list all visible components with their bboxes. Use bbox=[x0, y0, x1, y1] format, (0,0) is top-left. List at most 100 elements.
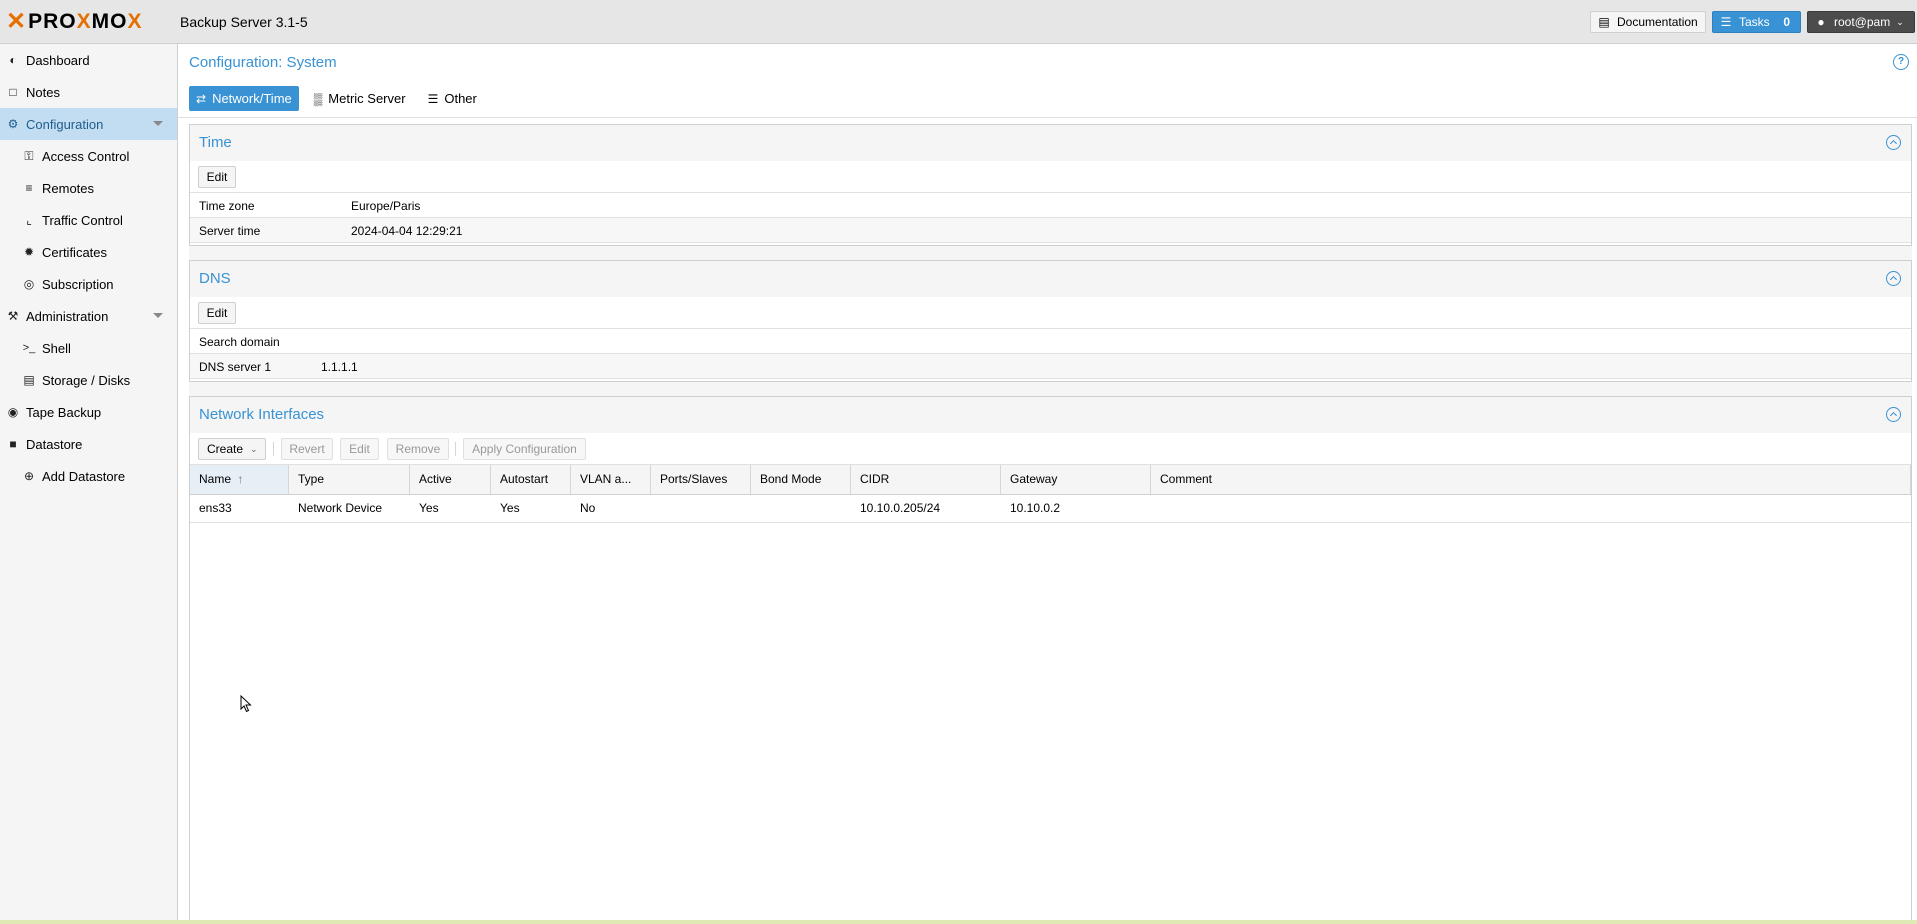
tasks-button[interactable]: ☰ Tasks 0 bbox=[1712, 11, 1801, 33]
time-zone-row[interactable]: Time zone Europe/Paris bbox=[190, 193, 1911, 218]
plus-circle-icon: ⊕ bbox=[23, 469, 35, 483]
dns-server-1-row[interactable]: DNS server 1 1.1.1.1 bbox=[190, 354, 1911, 379]
column-header-type[interactable]: Type bbox=[289, 465, 410, 494]
sidebar-item-tape-backup[interactable]: ◉ Tape Backup bbox=[0, 396, 177, 428]
dns-panel-title: DNS bbox=[199, 270, 231, 287]
mouse-cursor-icon bbox=[240, 695, 252, 713]
collapse-icon[interactable] bbox=[1886, 407, 1901, 422]
tab-metric-server[interactable]: ▒ Metric Server bbox=[307, 86, 413, 111]
tab-network-time[interactable]: ⇄ Network/Time bbox=[189, 86, 299, 111]
sidebar-item-traffic-control[interactable]: ⌞ Traffic Control bbox=[0, 204, 177, 236]
cell-cidr: 10.10.0.205/24 bbox=[860, 501, 941, 515]
sidebar-item-administration[interactable]: ⚒ Administration bbox=[0, 300, 177, 332]
sidebar-item-access-control[interactable]: ⚿ Access Control bbox=[0, 140, 177, 172]
time-panel: Time Edit Time zone Europe/Paris Server … bbox=[189, 124, 1912, 246]
gears-icon: ⚙ bbox=[7, 117, 19, 131]
sidebar-item-storage-disks[interactable]: ▤ Storage / Disks bbox=[0, 364, 177, 396]
server-time-row[interactable]: Server time 2024-04-04 12:29:21 bbox=[190, 218, 1911, 243]
chevron-down-icon: ⌄ bbox=[250, 443, 258, 454]
sidebar: ◐ Dashboard □ Notes ⚙ Configuration ⚿ Ac… bbox=[0, 44, 178, 924]
collapse-caret-icon[interactable] bbox=[153, 313, 163, 318]
dns-edit-button[interactable]: Edit bbox=[198, 302, 236, 324]
collapse-icon[interactable] bbox=[1886, 135, 1901, 150]
user-label: root@pam bbox=[1834, 15, 1891, 29]
archive-icon: ■ bbox=[9, 437, 17, 451]
sidebar-item-dashboard[interactable]: ◐ Dashboard bbox=[0, 44, 177, 76]
collapse-icon[interactable] bbox=[1886, 271, 1901, 286]
cell-comment bbox=[1151, 495, 1911, 522]
search-domain-row[interactable]: Search domain bbox=[190, 329, 1911, 354]
top-bar: ✕ PROXMOX Backup Server 3.1-5 ▤ Document… bbox=[0, 0, 1917, 44]
certificate-icon: ✹ bbox=[23, 245, 35, 259]
column-header-gateway[interactable]: Gateway bbox=[1001, 465, 1151, 494]
page-title: Configuration: System bbox=[189, 54, 337, 71]
bar-chart-icon: ▒ bbox=[313, 91, 323, 106]
time-panel-title: Time bbox=[199, 134, 232, 151]
grid-header: Name ↑ Type Active Autostart VLAN a... P… bbox=[190, 465, 1911, 495]
collapse-caret-icon[interactable] bbox=[153, 121, 163, 126]
sidebar-item-shell[interactable]: >_ Shell bbox=[0, 332, 177, 364]
tab-divider bbox=[178, 117, 1917, 118]
sidebar-item-label: Notes bbox=[26, 84, 60, 100]
documentation-label: Documentation bbox=[1617, 15, 1698, 29]
dns-panel-header[interactable]: DNS bbox=[190, 261, 1911, 297]
network-panel-header[interactable]: Network Interfaces bbox=[190, 397, 1911, 433]
sidebar-item-label: Certificates bbox=[42, 244, 108, 260]
time-edit-button[interactable]: Edit bbox=[198, 166, 236, 188]
network-edit-button[interactable]: Edit bbox=[340, 438, 379, 460]
dns-toolbar: Edit bbox=[190, 297, 1911, 329]
cell-autostart: Yes bbox=[500, 501, 520, 515]
sidebar-item-label: Dashboard bbox=[26, 52, 90, 68]
column-header-ports-slaves[interactable]: Ports/Slaves bbox=[651, 465, 751, 494]
sidebar-item-remotes[interactable]: ≡ Remotes bbox=[0, 172, 177, 204]
column-header-comment[interactable]: Comment bbox=[1151, 465, 1911, 494]
kv-value: 2024-04-04 12:29:21 bbox=[351, 224, 463, 238]
tab-label: Metric Server bbox=[328, 91, 406, 106]
notes-icon: □ bbox=[9, 85, 17, 99]
tasks-count-badge: 0 bbox=[1783, 15, 1790, 29]
apply-configuration-button[interactable]: Apply Configuration bbox=[463, 438, 586, 460]
create-button[interactable]: Create ⌄ bbox=[198, 438, 266, 460]
time-panel-header[interactable]: Time bbox=[190, 125, 1911, 161]
tab-bar: ⇄ Network/Time ▒ Metric Server ☰ Other bbox=[189, 86, 492, 112]
revert-button[interactable]: Revert bbox=[281, 438, 333, 460]
cell-ports-slaves bbox=[651, 495, 751, 522]
dashboard-icon: ◐ bbox=[9, 53, 17, 67]
toolbar-separator bbox=[455, 442, 456, 456]
proxmox-logo[interactable]: ✕ PROXMOX bbox=[6, 10, 143, 34]
documentation-button[interactable]: ▤ Documentation bbox=[1590, 11, 1706, 33]
toolbar-separator bbox=[273, 442, 274, 456]
sliders-icon: ☰ bbox=[427, 91, 439, 106]
kv-value: 1.1.1.1 bbox=[321, 360, 358, 374]
tape-icon: ◉ bbox=[7, 405, 19, 419]
create-label: Create bbox=[207, 442, 244, 456]
chart-icon: ⌞ bbox=[26, 213, 32, 227]
column-header-vlan-aware[interactable]: VLAN a... bbox=[571, 465, 651, 494]
sidebar-item-label: Remotes bbox=[42, 180, 95, 196]
column-header-bond-mode[interactable]: Bond Mode bbox=[751, 465, 851, 494]
kv-key: Search domain bbox=[199, 335, 280, 349]
cell-vlan-aware: No bbox=[580, 501, 596, 515]
remove-button[interactable]: Remove bbox=[387, 438, 449, 460]
cell-bond-mode bbox=[751, 495, 851, 522]
sidebar-item-label: Administration bbox=[26, 308, 109, 324]
kv-key: DNS server 1 bbox=[199, 360, 272, 374]
support-icon: ◎ bbox=[23, 277, 35, 291]
sidebar-item-add-datastore[interactable]: ⊕ Add Datastore bbox=[0, 460, 177, 492]
sidebar-item-configuration[interactable]: ⚙ Configuration bbox=[0, 108, 177, 140]
user-menu-button[interactable]: ● root@pam ⌄ bbox=[1807, 11, 1915, 33]
column-header-autostart[interactable]: Autostart bbox=[491, 465, 571, 494]
wrench-icon: ⚒ bbox=[7, 309, 19, 323]
table-row[interactable]: ens33 Network Device Yes Yes No 10.10.0.… bbox=[190, 495, 1911, 523]
tab-other[interactable]: ☰ Other bbox=[421, 86, 484, 111]
sidebar-item-subscription[interactable]: ◎ Subscription bbox=[0, 268, 177, 300]
sidebar-item-certificates[interactable]: ✹ Certificates bbox=[0, 236, 177, 268]
cell-name: ens33 bbox=[199, 501, 232, 515]
help-icon[interactable]: ? bbox=[1893, 54, 1909, 70]
column-header-cidr[interactable]: CIDR bbox=[851, 465, 1001, 494]
chevron-down-icon: ⌄ bbox=[1896, 16, 1904, 27]
column-header-active[interactable]: Active bbox=[410, 465, 491, 494]
sidebar-item-notes[interactable]: □ Notes bbox=[0, 76, 177, 108]
column-header-name[interactable]: Name ↑ bbox=[190, 465, 289, 494]
sidebar-item-datastore[interactable]: ■ Datastore bbox=[0, 428, 177, 460]
